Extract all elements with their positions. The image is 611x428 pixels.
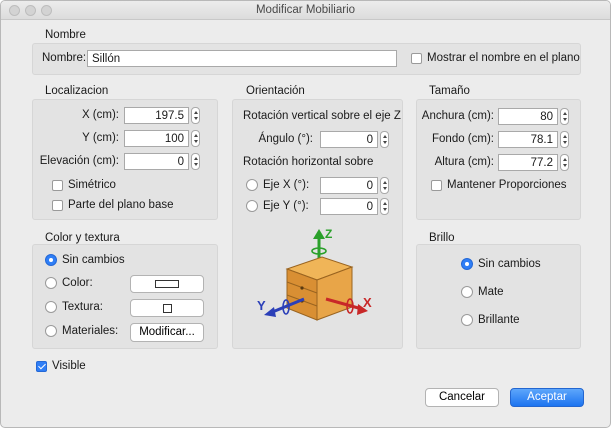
horizontal-rotation-label: Rotación horizontal sobre: [243, 156, 374, 168]
accept-button[interactable]: Aceptar: [510, 388, 584, 407]
depth-label: Fondo (cm):: [432, 133, 494, 145]
base-plan-checkbox[interactable]: [52, 200, 63, 211]
color-label: Color:: [62, 277, 93, 289]
z-axis-letter: Z: [325, 227, 332, 241]
materials-radio[interactable]: [45, 325, 57, 337]
y-axis-arrow: [264, 307, 276, 317]
elevation-stepper[interactable]: [191, 153, 200, 170]
show-name-checkbox[interactable]: [411, 53, 422, 64]
color-texture-section-title: Color y textura: [45, 232, 120, 244]
name-section-title: Nombre: [45, 29, 86, 41]
show-name-label: Mostrar el nombre en el plano: [427, 52, 580, 64]
x-stepper[interactable]: [191, 107, 200, 124]
z-axis-arrow: [313, 229, 325, 239]
glossy-radio[interactable]: [461, 314, 473, 326]
angle-field[interactable]: 0: [320, 131, 378, 148]
y-axis-letter: Y: [257, 298, 266, 313]
angle-label: Ángulo (°):: [258, 133, 313, 145]
rotation-preview-icon[interactable]: Z Y X: [254, 227, 384, 332]
name-label: Nombre:: [42, 52, 87, 64]
x-field[interactable]: 197.5: [124, 107, 189, 124]
modify-materials-button[interactable]: Modificar...: [130, 323, 204, 342]
width-field[interactable]: 80: [498, 108, 558, 125]
brightness-no-change-radio[interactable]: [461, 258, 473, 270]
color-swatch: [155, 280, 179, 288]
angle-stepper[interactable]: [380, 131, 389, 148]
height-stepper[interactable]: [560, 154, 569, 171]
brightness-section-title: Brillo: [429, 232, 455, 244]
depth-field[interactable]: 78.1: [498, 131, 558, 148]
axis-y-radio[interactable]: [246, 200, 258, 212]
orientation-section-title: Orientación: [246, 85, 305, 97]
dialog-window: Modificar Mobiliario Nombre Nombre: Sill…: [0, 0, 611, 428]
axis-x-radio[interactable]: [246, 179, 258, 191]
brightness-no-change-label: Sin cambios: [478, 258, 541, 270]
elevation-field[interactable]: 0: [124, 153, 189, 170]
keep-proportions-checkbox[interactable]: [431, 180, 442, 191]
mirrored-checkbox[interactable]: [52, 180, 63, 191]
color-no-change-label: Sin cambios: [62, 254, 125, 266]
y-field[interactable]: 100: [124, 130, 189, 147]
texture-radio[interactable]: [45, 301, 57, 313]
window-title: Modificar Mobiliario: [255, 4, 356, 16]
width-stepper[interactable]: [560, 108, 569, 125]
axis-x-stepper[interactable]: [380, 177, 389, 194]
texture-label: Textura:: [62, 301, 103, 313]
axis-y-label: Eje Y (°):: [263, 200, 309, 212]
height-field[interactable]: 77.2: [498, 154, 558, 171]
visible-checkbox[interactable]: [36, 361, 47, 372]
keep-proportions-label: Mantener Proporciones: [447, 179, 567, 191]
y-stepper[interactable]: [191, 130, 200, 147]
texture-swatch: [163, 304, 172, 313]
axis-y-stepper[interactable]: [380, 198, 389, 215]
depth-stepper[interactable]: [560, 131, 569, 148]
axis-y-field[interactable]: 0: [320, 198, 378, 215]
name-field[interactable]: Sillón: [87, 50, 397, 67]
materials-label: Materiales:: [62, 325, 119, 337]
elevation-label: Elevación (cm):: [39, 155, 119, 167]
size-section-title: Tamaño: [429, 85, 470, 97]
color-radio[interactable]: [45, 277, 57, 289]
glossy-label: Brillante: [478, 314, 520, 326]
vertical-rotation-label: Rotación vertical sobre el eje Z: [243, 110, 401, 122]
matte-label: Mate: [478, 286, 504, 298]
title-bar: Modificar Mobiliario: [1, 1, 610, 20]
width-label: Anchura (cm):: [421, 110, 494, 122]
base-plan-label: Parte del plano base: [68, 199, 174, 211]
color-swatch-button[interactable]: [130, 275, 204, 293]
color-no-change-radio[interactable]: [45, 254, 57, 266]
axis-x-label: Eje X (°):: [263, 179, 310, 191]
x-label: X (cm):: [81, 109, 119, 121]
axis-x-field[interactable]: 0: [320, 177, 378, 194]
cancel-button[interactable]: Cancelar: [425, 388, 499, 407]
mirrored-label: Simétrico: [68, 179, 116, 191]
x-axis-letter: X: [363, 295, 372, 310]
location-section-title: Localizacion: [45, 85, 109, 97]
matte-radio[interactable]: [461, 286, 473, 298]
drawer-knob-1: [300, 286, 304, 290]
texture-swatch-button[interactable]: [130, 299, 204, 317]
height-label: Altura (cm):: [434, 156, 494, 168]
visible-label: Visible: [52, 360, 86, 372]
y-label: Y (cm):: [82, 132, 119, 144]
